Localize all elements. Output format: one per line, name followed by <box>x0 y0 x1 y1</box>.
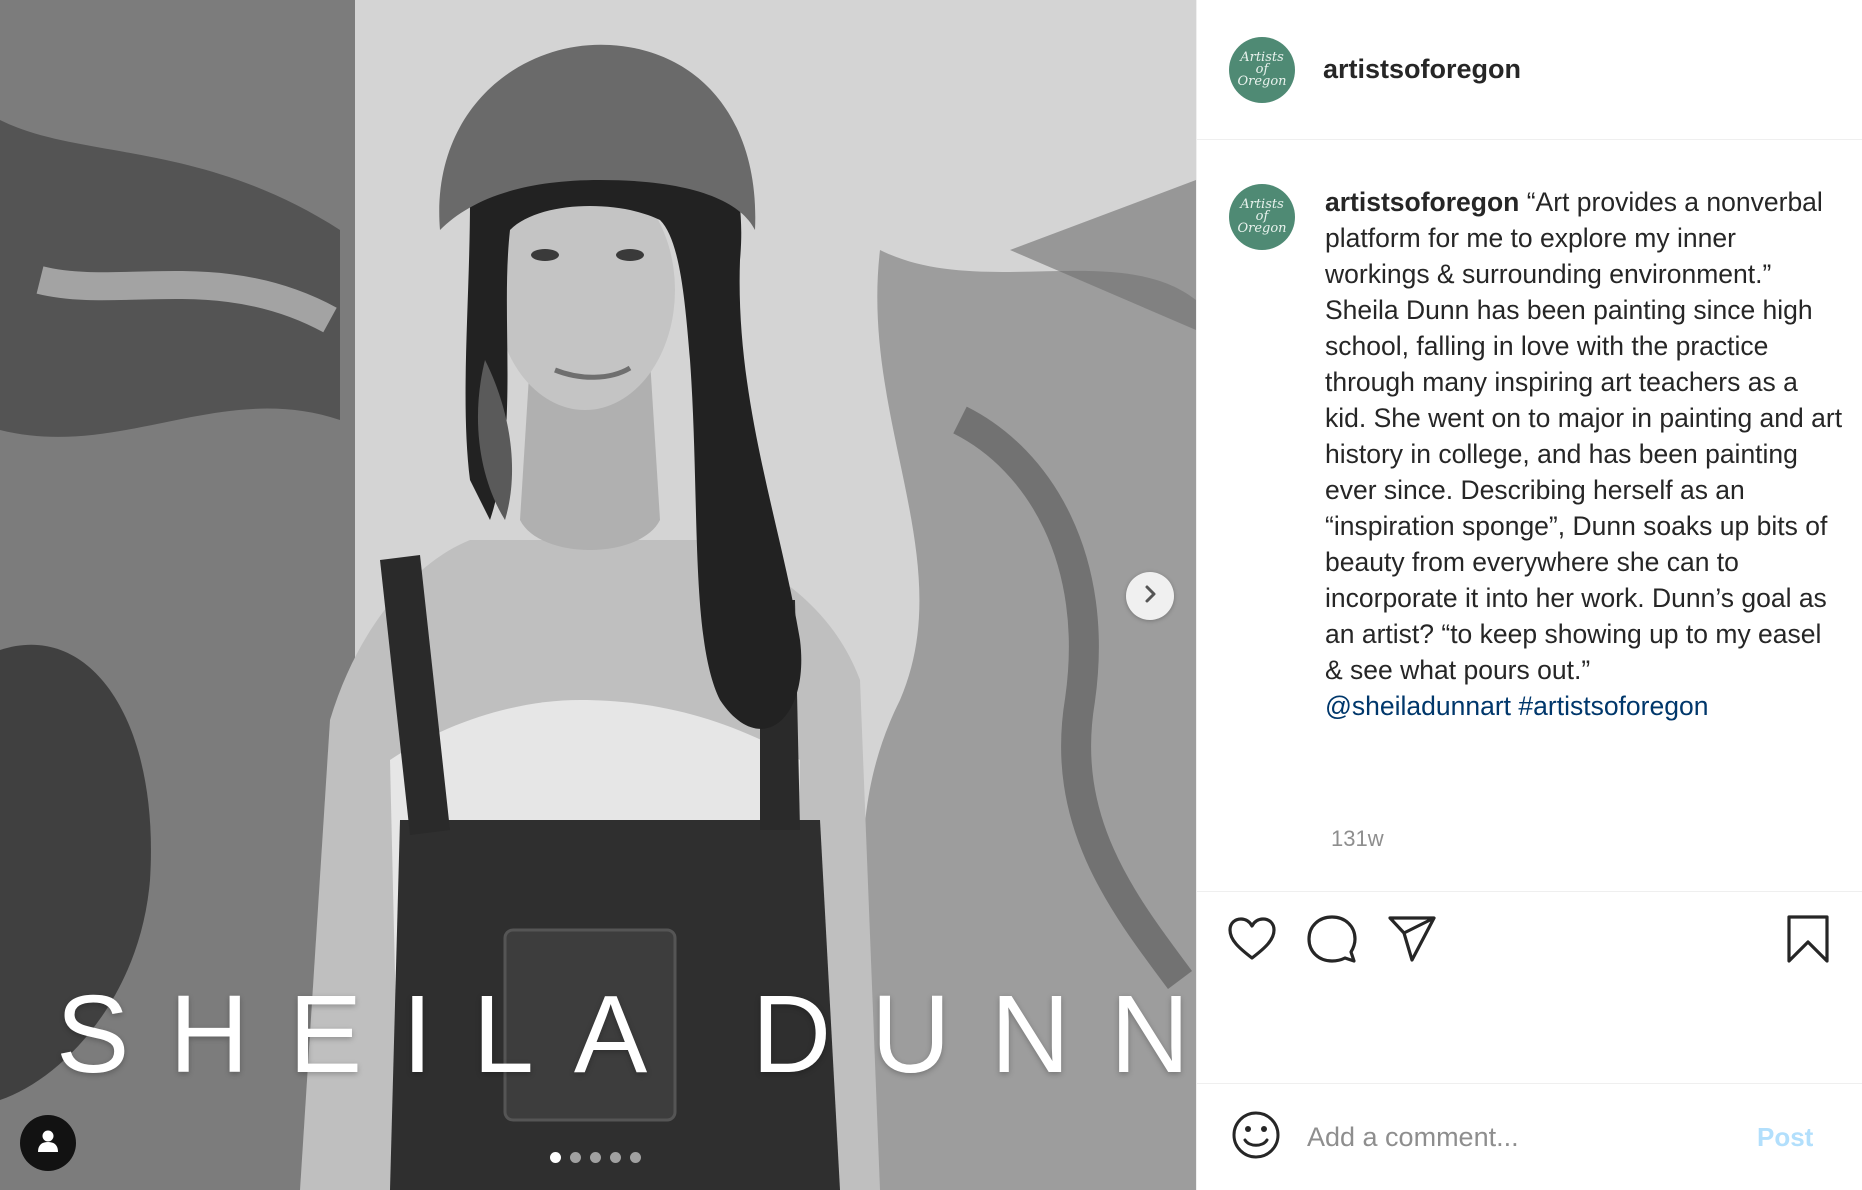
hashtag-link[interactable]: #artistsoforegon <box>1518 691 1708 721</box>
caption-username[interactable]: artistsoforegon <box>1325 187 1519 217</box>
caption-text: artistsoforegon “Art provides a nonverba… <box>1325 184 1845 724</box>
caption-body: Sheila Dunn has been painting since high… <box>1325 295 1843 685</box>
post-comment-button[interactable]: Post <box>1757 1122 1813 1153</box>
caption-first-paragraph: artistsoforegon “Art provides a nonverba… <box>1325 184 1845 292</box>
like-button[interactable] <box>1225 914 1279 968</box>
carousel-dot <box>630 1152 641 1163</box>
avatar-logo-text: Artists of Oregon <box>1237 197 1287 236</box>
overlay-artist-name: SHEILA DUNN <box>56 973 1196 1096</box>
bookmark-icon <box>1786 914 1830 969</box>
comment-bar: Post <box>1197 1084 1862 1190</box>
caption-row: Artists of Oregon artistsoforegon “Art pro… <box>1229 184 1845 724</box>
action-bar <box>1197 892 1862 1084</box>
avatar-logo-text: Artists of Oregon <box>1237 49 1287 89</box>
next-slide-button[interactable] <box>1126 572 1174 620</box>
post-photo[interactable]: SHEILA DUNN <box>0 0 1196 1190</box>
carousel-dot <box>570 1152 581 1163</box>
comment-input[interactable] <box>1307 1121 1747 1153</box>
post-header: Artists of Oregon artistsoforegon <box>1197 0 1862 140</box>
carousel-dot <box>590 1152 601 1163</box>
post-timestamp[interactable]: 131w <box>1331 826 1384 852</box>
comment-button[interactable] <box>1305 914 1359 968</box>
chevron-right-icon <box>1139 583 1161 610</box>
carousel-indicator <box>550 1152 641 1163</box>
caption-avatar[interactable]: Artists of Oregon <box>1229 184 1295 250</box>
emoji-button[interactable] <box>1229 1110 1283 1164</box>
caption-area: Artists of Oregon artistsoforegon “Art pro… <box>1197 140 1862 892</box>
post-side-panel: Artists of Oregon artistsoforegon Artists o… <box>1196 0 1862 1190</box>
caption-tags: @sheiladunnart #artistsoforegon <box>1325 688 1845 724</box>
smiley-icon <box>1231 1110 1281 1165</box>
comment-icon <box>1307 914 1357 969</box>
carousel-dot <box>610 1152 621 1163</box>
user-icon <box>35 1128 61 1159</box>
header-username[interactable]: artistsoforegon <box>1323 54 1521 85</box>
share-button[interactable] <box>1385 914 1439 968</box>
heart-icon <box>1227 916 1277 967</box>
save-button[interactable] <box>1781 914 1835 968</box>
mention-link[interactable]: @sheiladunnart <box>1325 691 1511 721</box>
avatar[interactable]: Artists of Oregon <box>1229 36 1295 103</box>
carousel-dot-active <box>550 1152 561 1163</box>
tagged-users-button[interactable] <box>20 1115 76 1171</box>
paper-plane-icon <box>1387 915 1437 968</box>
